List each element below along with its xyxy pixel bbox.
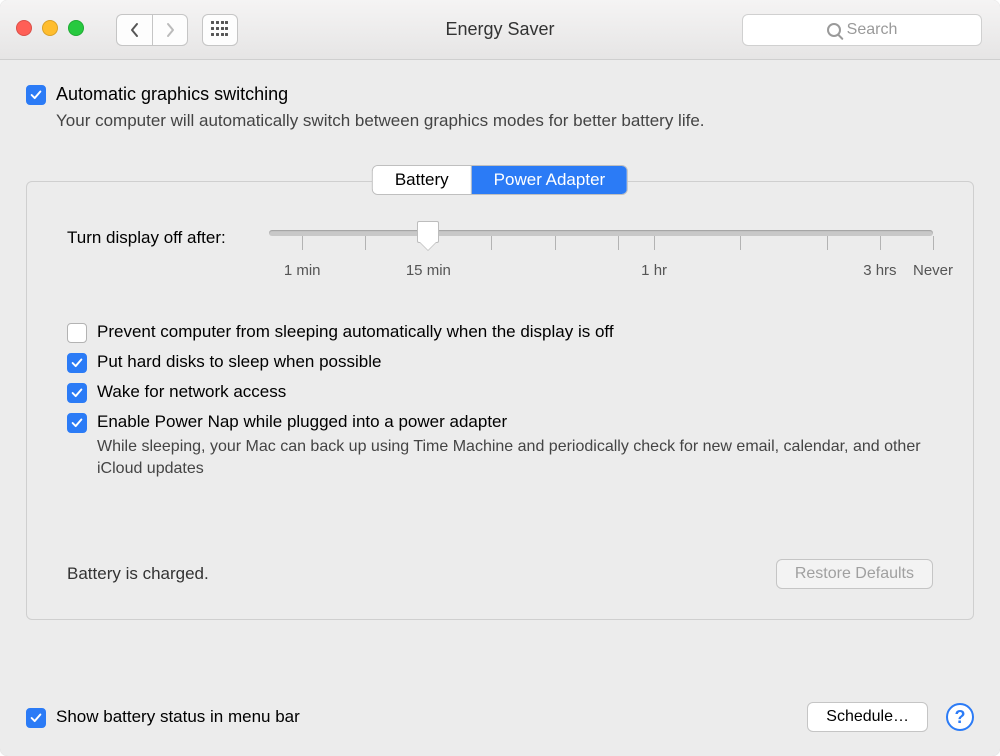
slider-tick-labels: 1 min 15 min 1 hr 3 hrs Never — [269, 262, 933, 282]
window-controls — [16, 20, 84, 36]
close-window-button[interactable] — [16, 20, 32, 36]
hard-disks-row: Put hard disks to sleep when possible — [67, 352, 933, 372]
bottom-bar: Show battery status in menu bar Schedule… — [26, 702, 974, 732]
check-icon — [70, 386, 84, 400]
display-off-slider[interactable]: 1 min 15 min 1 hr 3 hrs Never — [269, 226, 933, 282]
wake-network-row: Wake for network access — [67, 382, 933, 402]
tab-group: Battery Power Adapter — [372, 165, 628, 195]
power-nap-block: Enable Power Nap while plugged into a po… — [67, 412, 933, 479]
show-battery-checkbox[interactable] — [26, 708, 46, 728]
tick-1min: 1 min — [284, 262, 321, 279]
search-icon — [827, 23, 841, 37]
display-off-row: Turn display off after: — [67, 226, 933, 282]
tick-never: Never — [913, 262, 953, 279]
slider-track — [269, 230, 933, 236]
schedule-button[interactable]: Schedule… — [807, 702, 928, 732]
automatic-graphics-checkbox[interactable] — [26, 85, 46, 105]
prevent-sleep-label: Prevent computer from sleeping automatic… — [97, 322, 614, 342]
tick-3hrs: 3 hrs — [863, 262, 896, 279]
check-icon — [70, 416, 84, 430]
panel-footer: Battery is charged. Restore Defaults — [67, 559, 933, 589]
tick-15min: 15 min — [406, 262, 451, 279]
automatic-graphics-row: Automatic graphics switching — [26, 84, 974, 105]
zoom-window-button[interactable] — [68, 20, 84, 36]
power-nap-checkbox[interactable] — [67, 413, 87, 433]
check-icon — [29, 88, 43, 102]
forward-button[interactable] — [152, 14, 188, 46]
help-button[interactable]: ? — [946, 703, 974, 731]
prevent-sleep-checkbox[interactable] — [67, 323, 87, 343]
prevent-sleep-row: Prevent computer from sleeping automatic… — [67, 322, 933, 342]
power-nap-row: Enable Power Nap while plugged into a po… — [67, 412, 933, 432]
grid-icon — [211, 21, 229, 39]
wake-network-label: Wake for network access — [97, 382, 286, 402]
show-all-button[interactable] — [202, 14, 238, 46]
hard-disks-checkbox[interactable] — [67, 353, 87, 373]
options-list: Prevent computer from sleeping automatic… — [67, 322, 933, 479]
search-placeholder: Search — [847, 21, 898, 39]
check-icon — [29, 711, 43, 725]
automatic-graphics-label: Automatic graphics switching — [56, 84, 288, 105]
chevron-left-icon — [129, 22, 141, 38]
panel-box: Turn display off after: — [26, 181, 974, 620]
display-off-label: Turn display off after: — [67, 226, 247, 248]
automatic-graphics-desc: Your computer will automatically switch … — [56, 111, 974, 131]
slider-ticks — [269, 236, 933, 254]
minimize-window-button[interactable] — [42, 20, 58, 36]
search-field[interactable]: Search — [742, 14, 982, 46]
search-field-wrap: Search — [742, 14, 982, 46]
power-nap-desc: While sleeping, your Mac can back up usi… — [97, 436, 933, 479]
tick-1hr: 1 hr — [641, 262, 667, 279]
show-battery-label: Show battery status in menu bar — [56, 707, 300, 727]
back-button[interactable] — [116, 14, 152, 46]
restore-defaults-button[interactable]: Restore Defaults — [776, 559, 933, 589]
power-nap-label: Enable Power Nap while plugged into a po… — [97, 412, 507, 432]
bottom-right: Schedule… ? — [807, 702, 974, 732]
check-icon — [70, 356, 84, 370]
tab-power-adapter[interactable]: Power Adapter — [472, 166, 628, 194]
hard-disks-label: Put hard disks to sleep when possible — [97, 352, 381, 372]
tab-battery[interactable]: Battery — [373, 166, 472, 194]
wake-network-checkbox[interactable] — [67, 383, 87, 403]
chevron-right-icon — [164, 22, 176, 38]
toolbar: Energy Saver Search — [0, 0, 1000, 60]
show-battery-row: Show battery status in menu bar — [26, 707, 300, 727]
nav-group — [116, 14, 188, 46]
energy-saver-window: Energy Saver Search Automatic graphics s… — [0, 0, 1000, 756]
battery-status: Battery is charged. — [67, 564, 209, 584]
settings-panel: Battery Power Adapter Turn display off a… — [26, 181, 974, 620]
content: Automatic graphics switching Your comput… — [0, 60, 1000, 640]
slider-thumb[interactable] — [417, 221, 439, 243]
